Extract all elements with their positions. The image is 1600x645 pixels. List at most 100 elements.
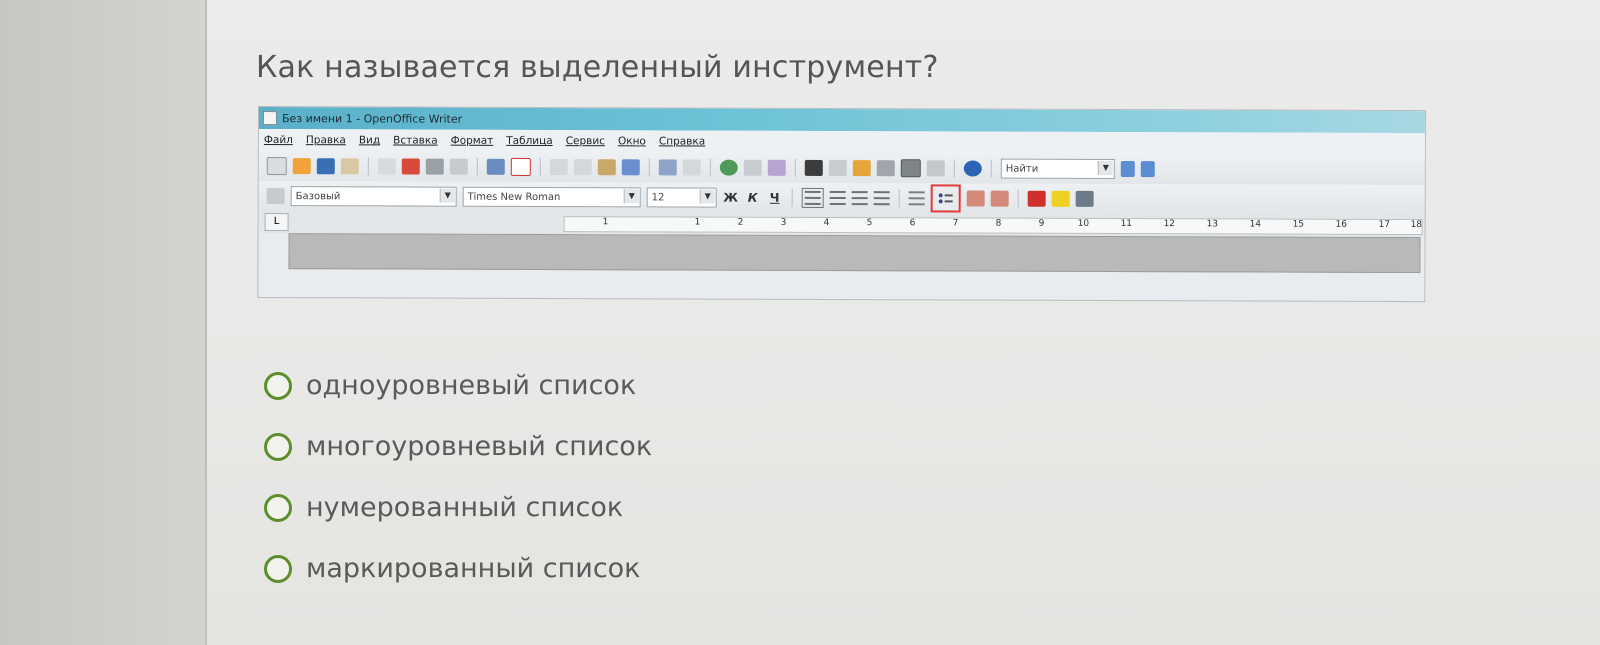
gallery-icon xyxy=(852,160,871,177)
radio-button[interactable] xyxy=(264,371,292,400)
preview-icon xyxy=(449,158,468,175)
question-card xyxy=(207,0,1600,645)
menu-help: Справка xyxy=(658,135,706,148)
open-icon xyxy=(292,158,311,175)
separator xyxy=(953,159,955,178)
ruler-number: 5 xyxy=(866,218,873,229)
navigator-icon xyxy=(828,159,847,177)
answer-option-1[interactable]: одноуровневый список xyxy=(264,370,636,401)
help-icon xyxy=(963,160,982,177)
chevron-down-icon[interactable]: ▼ xyxy=(699,189,715,204)
new-document-icon xyxy=(266,157,287,176)
separator xyxy=(791,188,793,207)
answer-label: многоуровневый список xyxy=(306,431,653,462)
menu-format: Формат xyxy=(450,134,494,147)
paragraph-style-value: Базовый xyxy=(295,190,341,202)
highlighting-icon xyxy=(1051,190,1070,207)
separator xyxy=(476,157,478,176)
question-title: Как называется выделенный инструмент? xyxy=(256,50,939,85)
ruler-number: 12 xyxy=(1163,219,1176,230)
document-icon xyxy=(262,111,277,126)
italic-button[interactable]: К xyxy=(745,191,761,205)
menu-window: Окно xyxy=(617,135,646,148)
answer-label: нумерованный список xyxy=(306,492,624,523)
numbered-list-icon[interactable] xyxy=(908,190,925,206)
font-name-select[interactable]: Times New Roman ▼ xyxy=(462,186,641,208)
ruler-number: 18 xyxy=(1410,220,1423,231)
ruler-strip: 1 1 2 3 4 5 6 7 8 9 10 11 12 13 14 15 16… xyxy=(563,216,1423,236)
chevron-down-icon[interactable]: ▼ xyxy=(439,188,455,203)
separator xyxy=(648,158,650,177)
menu-table: Таблица xyxy=(506,134,553,148)
bold-button[interactable]: Ж xyxy=(723,191,739,205)
menu-insert: Вставка xyxy=(393,134,438,147)
styles-icon xyxy=(266,188,285,205)
paragraph-style-select[interactable]: Базовый ▼ xyxy=(290,186,457,207)
find-replace-icon xyxy=(804,159,823,176)
underline-button[interactable]: Ч xyxy=(767,191,783,205)
tab-stop-icon: L xyxy=(264,213,289,232)
chevron-down-icon[interactable]: ▼ xyxy=(1097,160,1113,175)
radio-button[interactable] xyxy=(264,432,292,461)
align-right-icon[interactable] xyxy=(851,190,868,206)
formatting-toolbar: Базовый ▼ Times New Roman ▼ 12 ▼ Ж К Ч xyxy=(258,181,1425,216)
find-previous-icon xyxy=(1140,161,1155,178)
ruler-number: 14 xyxy=(1249,219,1262,230)
font-size-select[interactable]: 12 ▼ xyxy=(646,187,717,208)
save-icon xyxy=(316,158,335,175)
left-panel xyxy=(0,0,207,645)
table-icon xyxy=(743,159,762,176)
copy-icon xyxy=(573,159,592,176)
window-title: Без имени 1 - OpenOffice Writer xyxy=(281,111,463,126)
chevron-down-icon[interactable]: ▼ xyxy=(623,189,639,204)
font-name-value: Times New Roman xyxy=(467,191,561,203)
openoffice-screenshot: Без имени 1 - OpenOffice Writer Файл Пра… xyxy=(257,106,1426,303)
autospell-icon xyxy=(510,157,531,176)
menu-tools: Сервис xyxy=(565,135,605,148)
radio-button[interactable] xyxy=(264,554,292,583)
align-left-icon[interactable] xyxy=(801,187,824,208)
ruler-number: 10 xyxy=(1077,218,1090,229)
decrease-indent-icon xyxy=(966,190,985,207)
font-color-icon xyxy=(1027,190,1046,207)
edit-file-icon xyxy=(377,158,396,175)
answer-option-3[interactable]: нумерованный список xyxy=(264,492,623,523)
align-center-icon[interactable] xyxy=(829,190,846,206)
menu-file: Файл xyxy=(263,134,293,147)
bullet-list-highlighted[interactable] xyxy=(930,184,961,213)
ruler-number: 15 xyxy=(1292,219,1305,230)
ruler-number: 1 xyxy=(602,217,609,228)
justify-icon[interactable] xyxy=(873,190,890,206)
ruler-number: 3 xyxy=(780,217,787,228)
print-icon xyxy=(425,158,444,175)
standard-toolbar: Найти ▼ xyxy=(258,151,1425,186)
ruler-number: 17 xyxy=(1378,219,1391,230)
background-color-icon xyxy=(1075,190,1094,207)
answer-label: маркированный список xyxy=(306,553,641,584)
ruler-number: 6 xyxy=(909,218,916,229)
zoom-icon xyxy=(926,160,945,177)
undo-icon xyxy=(658,159,677,176)
find-next-icon xyxy=(1120,161,1135,178)
email-icon xyxy=(340,158,359,175)
search-placeholder: Найти xyxy=(1005,163,1039,175)
formatting-marks-icon xyxy=(900,159,921,178)
search-input[interactable]: Найти ▼ xyxy=(1000,158,1115,179)
ruler-number: 7 xyxy=(952,218,959,229)
radio-button[interactable] xyxy=(264,493,292,522)
hyperlink-icon xyxy=(719,159,738,176)
separator xyxy=(898,189,900,208)
separator xyxy=(1017,189,1019,208)
menu-view: Вид xyxy=(358,134,381,147)
answer-option-4[interactable]: маркированный список xyxy=(264,553,641,584)
cut-icon xyxy=(549,159,568,176)
ruler-number: 13 xyxy=(1206,219,1219,230)
separator xyxy=(367,157,369,176)
spellcheck-icon xyxy=(486,158,505,175)
separator xyxy=(794,158,796,177)
answer-option-2[interactable]: многоуровневый список xyxy=(264,431,652,462)
bullet-list-icon xyxy=(938,193,953,204)
separator xyxy=(539,157,541,176)
format-paintbrush-icon xyxy=(621,159,640,176)
answer-label: одноуровневый список xyxy=(306,370,637,401)
